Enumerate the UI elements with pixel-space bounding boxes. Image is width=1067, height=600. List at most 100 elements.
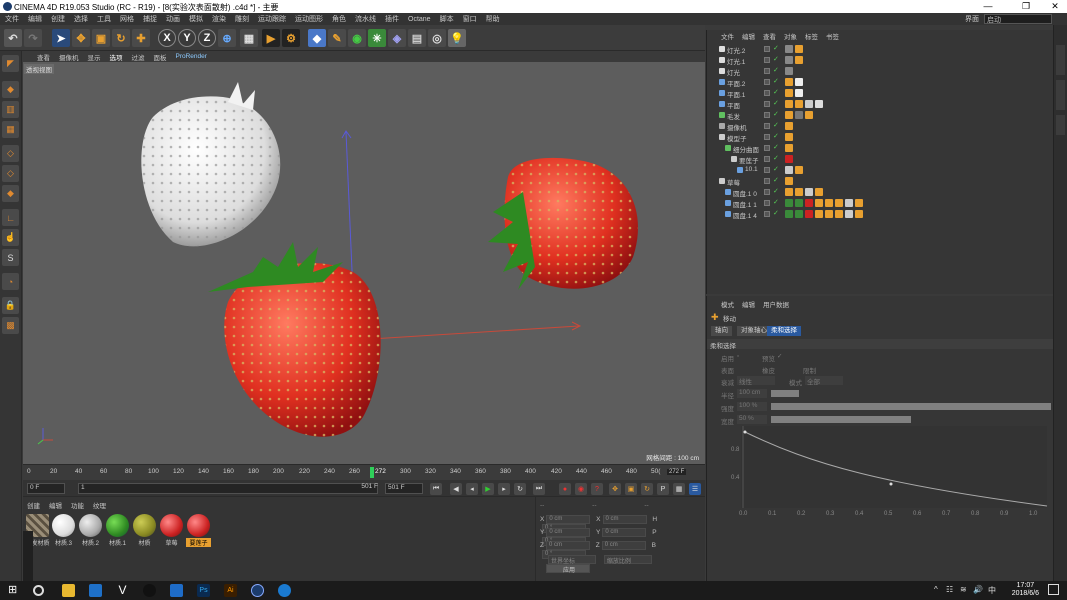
tag-icon[interactable] [855,199,863,207]
tag-icon[interactable] [795,56,803,64]
network-icon[interactable]: ☷ [946,585,953,594]
edges-mode-icon[interactable]: ◇ [2,165,19,182]
object-name[interactable]: 平面 [727,100,740,110]
tag-icon[interactable] [795,210,803,218]
y-axis-icon[interactable]: Y [178,29,196,47]
width-slider[interactable] [771,416,911,423]
menu-select[interactable]: 选择 [74,14,88,24]
tab-axis[interactable]: 轴向 [711,326,732,336]
visibility-toggle-icon[interactable] [764,112,770,118]
polygons-mode-icon[interactable]: ◆ [2,185,19,202]
enabled-check-icon[interactable]: ✓ [773,187,779,195]
enable-checkbox[interactable]: ▫ [737,353,739,360]
cinema4d-taskbar-icon[interactable] [251,584,264,597]
menu-script[interactable]: 脚本 [440,14,454,24]
cube-icon[interactable]: ◆ [308,29,326,47]
white-strawberry[interactable] [141,82,281,247]
object-name[interactable]: 圆盘.1 1 [733,199,757,209]
tag-icon[interactable] [795,199,803,207]
timeline-frame-field[interactable]: 272 F [667,469,687,475]
mat-menu-edit[interactable]: 编辑 [49,500,62,510]
pos-z-field[interactable]: 0 cm [545,541,590,550]
volume-icon[interactable]: 🔊 [973,585,983,594]
visibility-toggle-icon[interactable] [764,46,770,52]
scale-tool-icon[interactable]: ▣ [92,29,110,47]
object-row[interactable]: 灯光.1 ✓ [707,55,1054,66]
object-row[interactable]: 草莓 ✓ [707,176,1054,187]
radius-field[interactable]: 100 cm [737,389,767,398]
layout-select[interactable]: 启动 [984,14,1052,24]
tab-soft-selection[interactable]: 柔和选择 [767,326,801,336]
tag-icon[interactable] [785,188,793,196]
tag-icon[interactable] [855,210,863,218]
attr-menu-userdata[interactable]: 用户数据 [763,299,789,309]
loop-icon[interactable]: ↻ [514,483,526,495]
menu-character[interactable]: 角色 [332,14,346,24]
render-view-icon[interactable]: ▦ [240,29,258,47]
attr-menu-mode[interactable]: 模式 [721,299,734,309]
enabled-check-icon[interactable]: ✓ [773,77,779,85]
keyframe-selection-icon[interactable]: ? [591,483,603,495]
tag-icon[interactable] [785,177,793,185]
record-icon[interactable]: ● [559,483,571,495]
tag-icon[interactable] [785,133,793,141]
menu-octane[interactable]: Octane [408,16,431,23]
camera-icon[interactable]: ◎ [428,29,446,47]
menu-tools[interactable]: 工具 [97,14,111,24]
size-mode-select[interactable]: 缩放比例 [603,555,652,565]
tag-icon[interactable] [785,166,793,174]
key-pla-icon[interactable]: ▦ [673,483,685,495]
tag-icon[interactable] [785,45,793,53]
falloff-curve-graph[interactable]: 0.8 0.4 0.0 0.1 0.2 0.3 0.4 0.5 0.6 0.7 0.8 0.9 1.… [721,424,1051,516]
material-swatch[interactable]: 材质 [132,514,157,547]
preview-checkbox[interactable]: ✓ [777,352,782,360]
system-clock[interactable]: 17:07 2018/6/6 [1012,582,1039,598]
x-axis-icon[interactable]: X [158,29,176,47]
object-name[interactable]: 平面.1 [727,89,745,99]
end-frame-field[interactable]: 501 F [385,483,423,494]
object-name[interactable]: 灯光.2 [727,45,745,55]
tag-icon[interactable] [815,199,823,207]
object-row[interactable]: 摄像机 ✓ [707,121,1054,132]
tag-icon[interactable] [795,188,803,196]
coord-mode-select[interactable]: 世界坐标 [548,555,596,565]
select-tool-icon[interactable]: ➤ [52,29,70,47]
next-frame-icon[interactable]: ▸ [498,483,510,495]
object-name[interactable]: 10.1 [745,166,758,173]
vp-menu-options[interactable]: 选项 [110,52,123,62]
move-tool-icon[interactable]: ✥ [72,29,90,47]
mat-menu-texture[interactable]: 纹理 [93,500,106,510]
grid-icon[interactable]: ▩ [2,317,19,334]
add-tool-icon[interactable]: ✚ [132,29,150,47]
visibility-toggle-icon[interactable] [764,156,770,162]
subdivision-icon[interactable]: ◉ [348,29,366,47]
tag-icon[interactable] [835,210,843,218]
object-row[interactable]: 要莲子 ✓ [707,154,1054,165]
tag-icon[interactable] [825,199,833,207]
menu-simulate[interactable]: 模拟 [189,14,203,24]
vp-menu-prorender[interactable]: ProRender [176,53,207,60]
size-x-field[interactable]: 0 cm [602,515,647,524]
tag-icon[interactable] [815,100,823,108]
menu-file[interactable]: 文件 [5,14,19,24]
width-field[interactable]: 50 % [737,415,767,424]
illustrator-icon[interactable]: Ai [224,584,237,597]
object-name[interactable]: 细分曲面 [733,144,759,154]
enabled-check-icon[interactable]: ✓ [773,66,779,74]
tag-icon[interactable] [785,144,793,152]
obj-menu-tags[interactable]: 标签 [805,31,818,41]
vp-menu-display[interactable]: 显示 [88,52,101,62]
object-name[interactable]: 摄像机 [727,122,747,132]
file-explorer-icon[interactable] [62,584,75,597]
tag-icon[interactable] [795,111,803,119]
enabled-check-icon[interactable]: ✓ [773,143,779,151]
render-picture-viewer-icon[interactable]: ▶ [262,29,280,47]
timeline-ruler[interactable]: 0 20 40 60 80 100 120 140 160 180 200 22… [23,464,705,480]
visibility-toggle-icon[interactable] [764,189,770,195]
texture-mode-icon[interactable]: ▥ [2,101,19,118]
pos-y-field[interactable]: 0 cm [546,528,591,537]
redo-icon[interactable]: ↷ [24,29,42,47]
enabled-check-icon[interactable]: ✓ [773,55,779,63]
object-row[interactable]: 灯光 ✓ [707,66,1054,77]
visibility-toggle-icon[interactable] [764,101,770,107]
